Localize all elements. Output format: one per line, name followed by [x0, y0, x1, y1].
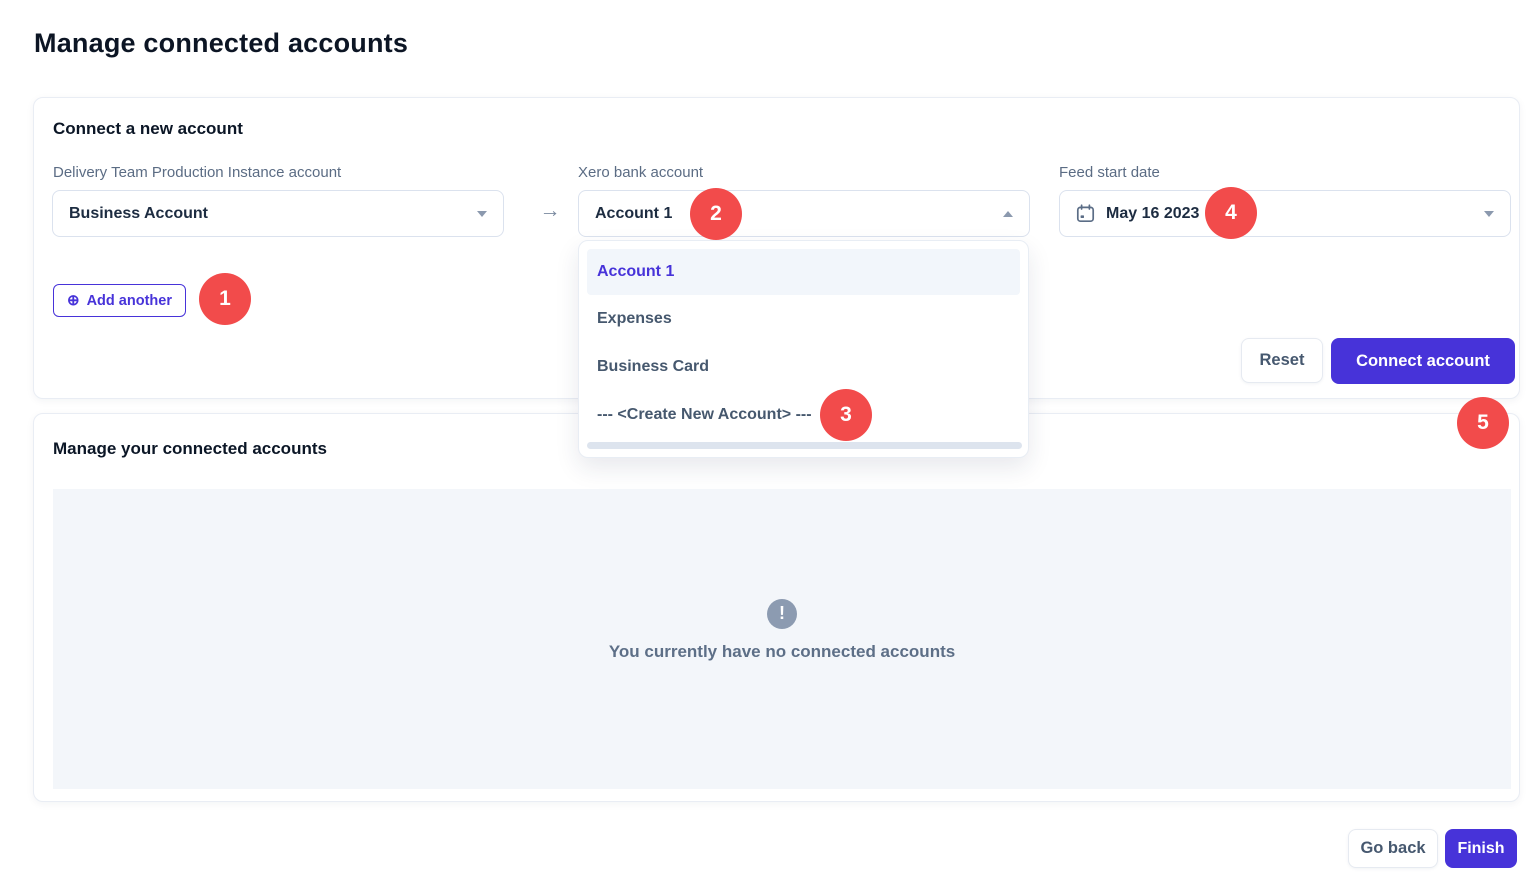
annotation-badge-4: 4	[1205, 187, 1257, 239]
connect-account-button[interactable]: Connect account	[1331, 338, 1515, 384]
go-back-button[interactable]: Go back	[1348, 829, 1438, 868]
xero-account-select[interactable]: Account 1	[578, 190, 1030, 237]
feed-start-date-label: Feed start date	[1059, 164, 1160, 181]
chevron-down-icon	[1484, 211, 1494, 217]
xero-account-dropdown-list: Account 1 Expenses Business Card --- <Cr…	[578, 240, 1029, 458]
annotation-badge-2: 2	[690, 188, 742, 240]
manage-card-title: Manage your connected accounts	[53, 439, 327, 459]
calendar-icon	[1076, 204, 1095, 223]
empty-accounts-panel: ! You currently have no connected accoun…	[53, 489, 1511, 789]
page-title: Manage connected accounts	[34, 28, 408, 59]
manage-connected-accounts-card: Manage your connected accounts ! You cur…	[33, 413, 1520, 802]
source-account-label: Delivery Team Production Instance accoun…	[53, 164, 341, 181]
dropdown-option-business-card[interactable]: Business Card	[579, 343, 1028, 391]
annotation-badge-1: 1	[199, 273, 251, 325]
feed-start-date-value: May 16 2023	[1106, 205, 1199, 223]
feed-start-date-picker[interactable]: May 16 2023	[1059, 190, 1511, 237]
info-icon: !	[767, 599, 797, 629]
dropdown-option-expenses[interactable]: Expenses	[579, 295, 1028, 343]
dropdown-option-account-1[interactable]: Account 1	[587, 249, 1020, 295]
add-another-label: Add another	[87, 293, 172, 309]
chevron-up-icon	[1003, 211, 1013, 217]
dropdown-horizontal-scrollbar[interactable]	[587, 442, 1022, 449]
annotation-badge-5: 5	[1457, 397, 1509, 449]
reset-button[interactable]: Reset	[1241, 338, 1323, 383]
connect-card-title: Connect a new account	[53, 119, 243, 139]
annotation-badge-3: 3	[820, 389, 872, 441]
manage-connected-accounts-page: Manage connected accounts Connect a new …	[0, 0, 1538, 884]
source-account-select[interactable]: Business Account	[52, 190, 504, 237]
finish-button[interactable]: Finish	[1445, 829, 1517, 868]
empty-accounts-message: You currently have no connected accounts	[609, 642, 955, 662]
xero-account-label: Xero bank account	[578, 164, 703, 181]
dropdown-option-create-new-account[interactable]: --- <Create New Account> ---	[579, 391, 1028, 439]
source-account-value: Business Account	[69, 205, 208, 223]
xero-account-value: Account 1	[595, 205, 672, 223]
chevron-down-icon	[477, 211, 487, 217]
plus-circle-icon: ⊕	[67, 293, 80, 308]
arrow-right-icon: →	[530, 199, 570, 223]
add-another-button[interactable]: ⊕ Add another	[53, 284, 186, 317]
